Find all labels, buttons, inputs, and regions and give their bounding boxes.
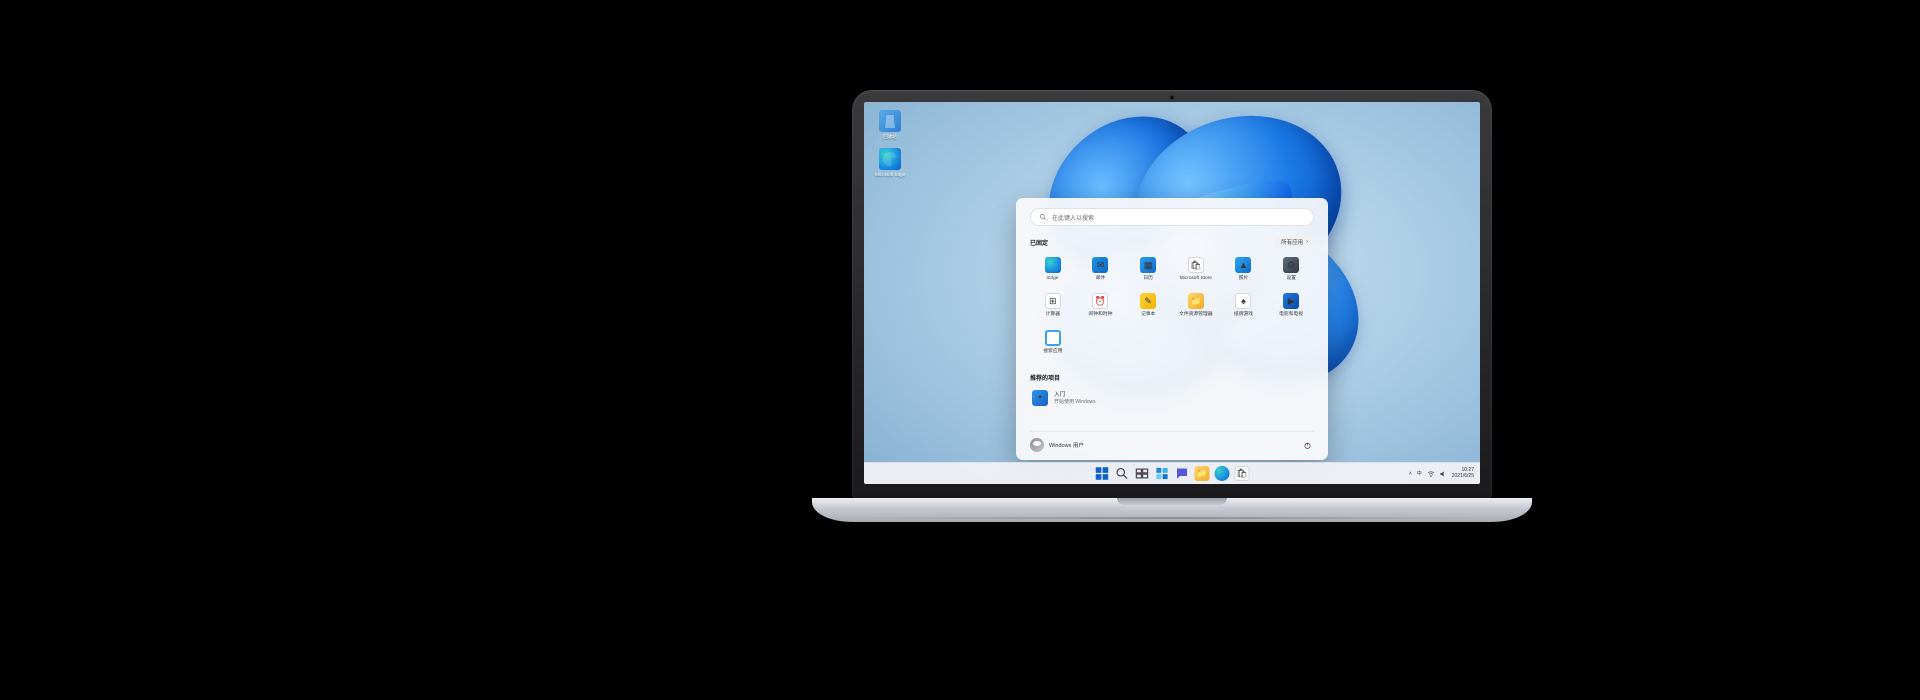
ime-indicator[interactable]: 中 (1417, 470, 1422, 477)
clock-button[interactable]: 10:27 2021/6/25 (1452, 468, 1474, 479)
camera-dot (1170, 95, 1175, 100)
start-button[interactable] (1095, 466, 1110, 481)
desktop-icon-edge[interactable]: Microsoft Edge (872, 148, 908, 177)
windows-icon (1095, 466, 1110, 481)
taskbar-edge[interactable] (1215, 466, 1230, 481)
store-icon: 🛍 (1188, 257, 1204, 273)
recommended-label: 推荐的项目 (1030, 373, 1060, 382)
gear-icon: ⚙ (1283, 257, 1299, 273)
taskbar: 📁 🛍 ˄ 中 10:27 2021/6/25 (864, 462, 1480, 484)
cortana-icon (1045, 330, 1061, 346)
date-text: 2021/6/25 (1452, 474, 1474, 480)
task-view-icon (1135, 466, 1150, 481)
start-search-box[interactable]: 在此键入以搜索 (1030, 208, 1314, 226)
pinned-app-store[interactable]: 🛍Microsoft Store (1173, 254, 1219, 284)
volume-icon (1439, 470, 1447, 478)
pinned-apps-grid: Edge ✉邮件 ▦日历 🛍Microsoft Store ▲照片 ⚙设置 ⊞计… (1030, 254, 1314, 357)
pinned-app-solitaire[interactable]: ♠纸牌游戏 (1221, 290, 1267, 320)
avatar-icon (1030, 438, 1044, 452)
clock-icon: ⏰ (1092, 293, 1108, 309)
edge-icon (879, 148, 901, 170)
windows-desktop: 回收站 Microsoft Edge 在此键入以搜索 已固定 所有应用 (864, 102, 1480, 484)
desktop-icon-label: 回收站 (872, 134, 908, 140)
folder-icon: 📁 (1188, 293, 1204, 309)
recommended-section: 推荐的项目 ✦ 入门 开始使用 Windows (1030, 365, 1314, 410)
network-volume-battery[interactable] (1427, 470, 1447, 478)
chat-button[interactable] (1175, 466, 1190, 481)
mail-icon: ✉ (1092, 257, 1108, 273)
pinned-app-clock[interactable]: ⏰闹钟和时钟 (1078, 290, 1124, 320)
laptop-base (812, 498, 1532, 522)
search-icon (1039, 213, 1047, 221)
laptop-mockup: 回收站 Microsoft Edge 在此键入以搜索 已固定 所有应用 (852, 90, 1492, 530)
pinned-app-calculator[interactable]: ⊞计算器 (1030, 290, 1076, 320)
pinned-app-notepad[interactable]: ✎记事本 (1125, 290, 1171, 320)
task-view-button[interactable] (1135, 466, 1150, 481)
start-footer: Windows 用户 (1030, 431, 1314, 452)
photos-icon: ▲ (1235, 257, 1251, 273)
start-menu: 在此键入以搜索 已固定 所有应用 › Edge ✉邮件 ▦日历 🛍Microso… (1016, 198, 1328, 460)
widgets-button[interactable] (1155, 466, 1170, 481)
pinned-app-cortana[interactable]: 搜索应用 (1030, 327, 1076, 357)
taskbar-store[interactable]: 🛍 (1235, 466, 1250, 481)
recommended-title: 入门 (1054, 390, 1096, 398)
movies-icon: ▶ (1283, 293, 1299, 309)
tray-chevron-up-icon[interactable]: ˄ (1409, 471, 1412, 477)
recommended-subtitle: 开始使用 Windows (1054, 398, 1096, 405)
tips-icon: ✦ (1032, 390, 1048, 406)
power-button[interactable] (1300, 438, 1314, 452)
pinned-app-edge[interactable]: Edge (1030, 254, 1076, 284)
taskbar-explorer[interactable]: 📁 (1195, 466, 1210, 481)
taskbar-search-button[interactable] (1115, 466, 1130, 481)
power-icon (1303, 441, 1312, 450)
desktop-icons: 回收站 Microsoft Edge (872, 110, 908, 177)
recycle-bin-icon (879, 110, 901, 132)
pinned-app-movies[interactable]: ▶电影和电视 (1268, 290, 1314, 320)
all-apps-button[interactable]: 所有应用 › (1275, 236, 1314, 248)
user-name: Windows 用户 (1049, 441, 1084, 449)
notepad-icon: ✎ (1140, 293, 1156, 309)
desktop-icon-recycle-bin[interactable]: 回收站 (872, 110, 908, 140)
solitaire-icon: ♠ (1235, 293, 1251, 309)
desktop-icon-label: Microsoft Edge (872, 172, 908, 177)
pinned-app-settings[interactable]: ⚙设置 (1268, 254, 1314, 284)
pinned-app-photos[interactable]: ▲照片 (1221, 254, 1267, 284)
widgets-icon (1155, 466, 1170, 481)
laptop-lid: 回收站 Microsoft Edge 在此键入以搜索 已固定 所有应用 (852, 90, 1492, 500)
edge-icon (1045, 257, 1061, 273)
pinned-app-explorer[interactable]: 📁文件资源管理器 (1173, 290, 1219, 320)
pinned-section-header: 已固定 所有应用 › (1030, 236, 1314, 248)
calendar-icon: ▦ (1140, 257, 1156, 273)
chevron-right-icon: › (1306, 239, 1308, 245)
chat-icon (1175, 466, 1190, 481)
search-placeholder: 在此键入以搜索 (1052, 213, 1094, 222)
pinned-app-calendar[interactable]: ▦日历 (1125, 254, 1171, 284)
system-tray: ˄ 中 10:27 2021/6/25 (1409, 468, 1474, 479)
all-apps-label: 所有应用 (1281, 238, 1303, 246)
wifi-icon (1427, 470, 1435, 478)
pinned-app-mail[interactable]: ✉邮件 (1078, 254, 1124, 284)
search-icon (1115, 466, 1130, 481)
recommended-item-tips[interactable]: ✦ 入门 开始使用 Windows (1030, 386, 1314, 410)
pinned-label: 已固定 (1030, 238, 1048, 247)
user-account-button[interactable]: Windows 用户 (1030, 438, 1084, 452)
taskbar-center: 📁 🛍 (1095, 466, 1250, 481)
calculator-icon: ⊞ (1045, 293, 1061, 309)
